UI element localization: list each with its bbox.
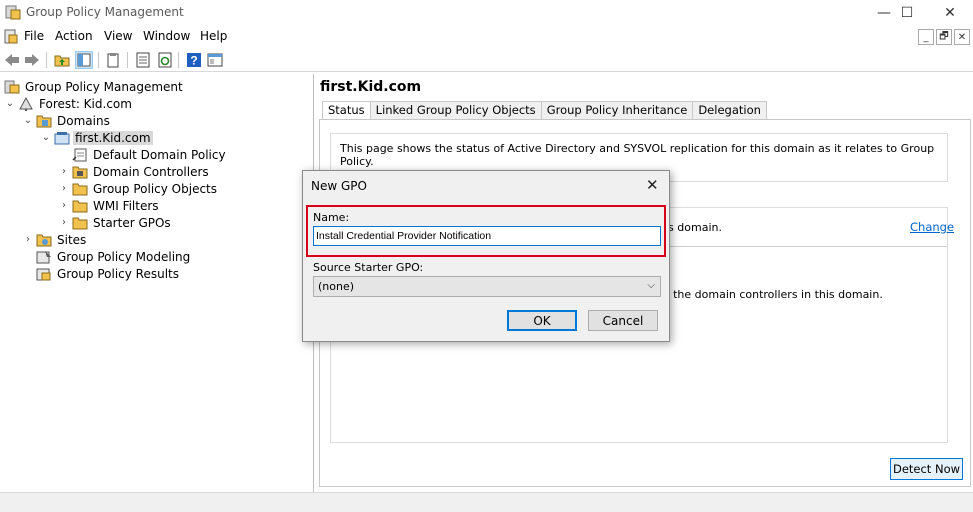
menu-action[interactable]: Action	[55, 29, 93, 43]
tree-item-domain[interactable]: ⌄ first.Kid.com	[40, 129, 153, 146]
baseline-text-fragment: is domain.	[665, 221, 722, 234]
tree-label: Group Policy Results	[57, 266, 180, 281]
show-tree-icon[interactable]	[75, 51, 93, 69]
dialog-title: New GPO	[311, 179, 367, 193]
chevron-right-icon[interactable]: ›	[58, 166, 70, 177]
chevron-right-icon[interactable]: ›	[58, 183, 70, 194]
folder-up-icon[interactable]	[53, 51, 71, 69]
sites-icon	[36, 234, 52, 246]
chevron-down-icon[interactable]: ⌄	[22, 115, 34, 126]
starter-gpo-select[interactable]: (none) ⌵	[313, 276, 661, 297]
tree-item-domains[interactable]: ⌄ Domains	[22, 112, 112, 129]
tree-item-forest[interactable]: ⌄ Forest: Kid.com	[4, 95, 134, 112]
tree-label: Group Policy Objects	[93, 181, 218, 196]
mdi-minimize-button[interactable]: _	[918, 29, 934, 45]
folder-icon	[72, 200, 88, 212]
tree-item-domain-controllers[interactable]: › Domain Controllers	[58, 163, 211, 180]
toolbar-separator	[46, 52, 47, 68]
tree-item-wmi-filters[interactable]: › WMI Filters	[58, 197, 161, 214]
gpo-link-icon	[72, 148, 87, 161]
console-tree: Group Policy Management ⌄ Forest: Kid.co…	[0, 74, 314, 492]
dialog-close-icon[interactable]: ✕	[646, 176, 659, 194]
tree-item-starter-gpos[interactable]: › Starter GPOs	[58, 214, 173, 231]
starter-gpo-value: (none)	[318, 280, 355, 293]
mdi-restore-button[interactable]: 🗗	[936, 29, 952, 45]
console-icon[interactable]	[206, 51, 224, 69]
tree-label: Domain Controllers	[93, 164, 209, 179]
back-arrow-icon[interactable]	[3, 51, 21, 69]
clipboard-icon[interactable]	[104, 51, 122, 69]
gpo-name-input[interactable]	[313, 226, 661, 246]
toolbar-separator	[98, 52, 99, 68]
modeling-icon	[36, 250, 51, 263]
cancel-button[interactable]: Cancel	[588, 310, 658, 331]
tree-label: first.Kid.com	[73, 130, 153, 145]
details-title: first.Kid.com	[320, 79, 422, 95]
status-bar	[0, 492, 973, 512]
gpm-app-icon	[5, 5, 21, 20]
tab-status[interactable]: Status	[322, 101, 371, 121]
tree-label: Group Policy Management	[25, 79, 183, 94]
help-icon[interactable]: ?	[185, 51, 203, 69]
window-title: Group Policy Management	[26, 5, 184, 19]
chevron-down-icon[interactable]: ⌄	[4, 98, 16, 109]
results-icon	[36, 268, 51, 280]
gpm-root-icon	[4, 80, 20, 93]
tab-inheritance[interactable]: Group Policy Inheritance	[540, 101, 694, 120]
menu-bar: File Action View Window Help	[0, 26, 973, 48]
tree-label: Starter GPOs	[93, 215, 171, 230]
menu-file[interactable]: File	[24, 29, 44, 43]
folder-icon	[72, 183, 88, 195]
folder-icon	[72, 217, 88, 229]
chevron-right-icon[interactable]: ›	[22, 234, 34, 245]
domain-icon	[54, 131, 70, 144]
tab-strip: Status Linked Group Policy Objects Group…	[322, 101, 767, 121]
tree-item-sites[interactable]: › Sites	[22, 231, 88, 248]
help-glyph: ?	[190, 54, 197, 68]
chevron-down-icon[interactable]: ⌄	[40, 132, 52, 143]
close-window-button[interactable]: ✕	[927, 0, 973, 26]
tree-label: Forest: Kid.com	[39, 96, 132, 111]
tree-item-group-policy-objects[interactable]: › Group Policy Objects	[58, 180, 219, 197]
menu-window[interactable]: Window	[143, 29, 190, 43]
tree-item-results[interactable]: Group Policy Results	[22, 265, 181, 282]
chevron-right-icon[interactable]: ›	[58, 217, 70, 228]
new-gpo-dialog: New GPO ✕ Name: Source Starter GPO: (non…	[302, 170, 670, 342]
starter-gpo-label: Source Starter GPO:	[313, 261, 424, 274]
ok-button[interactable]: OK	[507, 310, 577, 331]
forest-icon	[19, 96, 33, 111]
toolbar-separator	[127, 52, 128, 68]
forward-arrow-icon[interactable]	[23, 51, 41, 69]
ou-folder-icon	[72, 166, 88, 178]
domains-folder-icon	[36, 115, 52, 127]
menu-view[interactable]: View	[104, 29, 132, 43]
tree-label: Domains	[57, 113, 110, 128]
toolbar-separator	[178, 52, 179, 68]
mdi-close-button[interactable]: ✕	[954, 29, 970, 45]
chevron-right-icon[interactable]: ›	[58, 200, 70, 211]
tree-label: WMI Filters	[93, 198, 159, 213]
tree-label: Default Domain Policy	[93, 147, 226, 162]
tree-label: Sites	[57, 232, 87, 247]
info-text: This page shows the status of Active Dir…	[340, 142, 935, 168]
menu-help[interactable]: Help	[200, 29, 227, 43]
name-label: Name:	[313, 211, 350, 224]
toolbar: ?	[0, 48, 973, 72]
detect-now-button[interactable]: Detect Now	[890, 458, 963, 480]
tree-label: Group Policy Modeling	[57, 249, 191, 264]
tree-item-modeling[interactable]: Group Policy Modeling	[22, 248, 192, 265]
tree-item-default-domain-policy[interactable]: Default Domain Policy	[58, 146, 228, 163]
dc-text-fragment: of the domain controllers in this domain…	[659, 288, 883, 301]
change-link[interactable]: Change	[910, 220, 954, 234]
maximize-button[interactable]: ☐	[884, 0, 930, 26]
title-bar: Group Policy Management — ☐ ✕	[0, 0, 973, 26]
properties-icon[interactable]	[134, 51, 152, 69]
tree-item-root[interactable]: Group Policy Management	[0, 78, 185, 95]
document-icon	[4, 29, 18, 44]
chevron-down-icon: ⌵	[647, 280, 655, 291]
refresh-icon[interactable]	[156, 51, 174, 69]
tab-linked-gpos[interactable]: Linked Group Policy Objects	[369, 101, 542, 120]
tab-delegation[interactable]: Delegation	[692, 101, 767, 120]
